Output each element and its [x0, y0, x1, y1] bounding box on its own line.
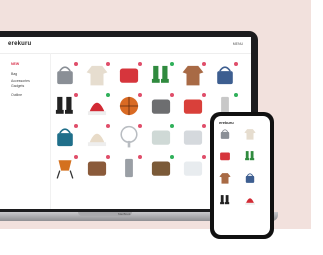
product-card[interactable] [84, 124, 110, 150]
status-dot [74, 62, 78, 66]
product-card[interactable] [84, 62, 110, 88]
handbag-icon [57, 66, 73, 85]
blue-bag-icon [245, 173, 255, 183]
coat-icon [182, 65, 204, 86]
product-card[interactable] [116, 93, 142, 119]
status-dot [138, 155, 142, 159]
phone-product-card[interactable] [243, 127, 257, 141]
status-dot [138, 124, 142, 128]
product-card[interactable] [148, 124, 174, 150]
product-card[interactable] [84, 93, 110, 119]
blue-bag-icon [217, 66, 233, 85]
status-dot [138, 62, 142, 66]
tools-icon [151, 99, 171, 114]
status-dot [202, 62, 206, 66]
black-boots-icon [220, 195, 230, 205]
sleeping-bag-icon [57, 128, 73, 147]
coat-icon [219, 173, 231, 184]
phone-product-card[interactable] [218, 171, 232, 185]
brand-logo[interactable]: erekuru [8, 41, 31, 47]
santa-hat-icon [87, 102, 107, 116]
status-dot [106, 124, 110, 128]
phone-product-card[interactable] [243, 193, 257, 207]
phone-screen: erekuru [214, 116, 270, 235]
status-dot [74, 124, 78, 128]
status-dot [202, 124, 206, 128]
sidebar-item-accessories[interactable]: Accessories [11, 79, 30, 83]
humidifier-icon [183, 161, 203, 176]
red-case-icon [119, 68, 139, 83]
status-dot [106, 62, 110, 66]
camp-chair-icon [56, 160, 74, 179]
status-dot [234, 62, 238, 66]
rain-boots-icon [245, 151, 255, 161]
product-card[interactable] [84, 155, 110, 181]
product-card[interactable] [180, 124, 206, 150]
status-dot [170, 93, 174, 97]
red-box-icon [183, 99, 203, 114]
status-dot [170, 62, 174, 66]
handbag-icon [220, 129, 230, 139]
fan-icon [120, 125, 138, 148]
product-card[interactable] [212, 62, 238, 88]
beanie-icon [87, 133, 107, 147]
status-dot [202, 155, 206, 159]
product-card[interactable] [116, 62, 142, 88]
black-boots-icon [55, 96, 73, 114]
product-card[interactable] [52, 62, 78, 88]
menu-link[interactable]: MENU [233, 42, 243, 46]
product-card[interactable] [116, 124, 142, 150]
phone-product-card[interactable] [243, 171, 257, 185]
sweater-icon [244, 129, 256, 140]
heater-icon [125, 158, 133, 178]
status-dot [202, 93, 206, 97]
phone-product-card[interactable] [218, 127, 232, 141]
sidebar: NEW Bag Accessories Gadgets Outline [0, 53, 51, 209]
phone-brand-logo[interactable]: erekuru [219, 120, 234, 125]
app-header: erekuru MENU [0, 37, 251, 54]
sleeping-pad-icon [151, 161, 171, 176]
product-card[interactable] [148, 93, 174, 119]
status-dot [74, 93, 78, 97]
phone-product-card[interactable] [218, 193, 232, 207]
status-dot [170, 124, 174, 128]
kettle-icon [183, 130, 203, 145]
laptop-brand-label: MacBook [118, 212, 131, 216]
status-dot [74, 155, 78, 159]
product-card[interactable] [116, 155, 142, 181]
phone-product-card[interactable] [243, 149, 257, 163]
status-dot [106, 155, 110, 159]
product-card[interactable] [148, 62, 174, 88]
sidebar-item-new[interactable]: NEW [11, 62, 19, 66]
sidebar-item-outline[interactable]: Outline [11, 93, 22, 97]
sweater-icon [86, 65, 108, 86]
rain-boots-icon [151, 65, 169, 83]
product-card[interactable] [52, 155, 78, 181]
product-card[interactable] [52, 124, 78, 150]
sidebar-item-bag[interactable]: Bag [11, 72, 17, 76]
status-dot [234, 93, 238, 97]
product-card[interactable] [148, 155, 174, 181]
product-card[interactable] [180, 93, 206, 119]
phone-product-card[interactable] [218, 149, 232, 163]
product-card[interactable] [180, 155, 206, 181]
sidebar-item-gadgets[interactable]: Gadgets [11, 84, 24, 88]
product-showcase: erekuru MENU NEW Bag Accessories Gadgets… [0, 0, 323, 255]
teapot-icon [151, 130, 171, 145]
santa-hat-icon [245, 198, 255, 205]
product-card[interactable] [52, 93, 78, 119]
red-case-icon [220, 152, 230, 161]
status-dot [106, 93, 110, 97]
product-card[interactable] [180, 62, 206, 88]
basketball-icon [119, 96, 139, 116]
status-dot [170, 155, 174, 159]
status-dot [138, 93, 142, 97]
game-board-icon [87, 161, 107, 176]
